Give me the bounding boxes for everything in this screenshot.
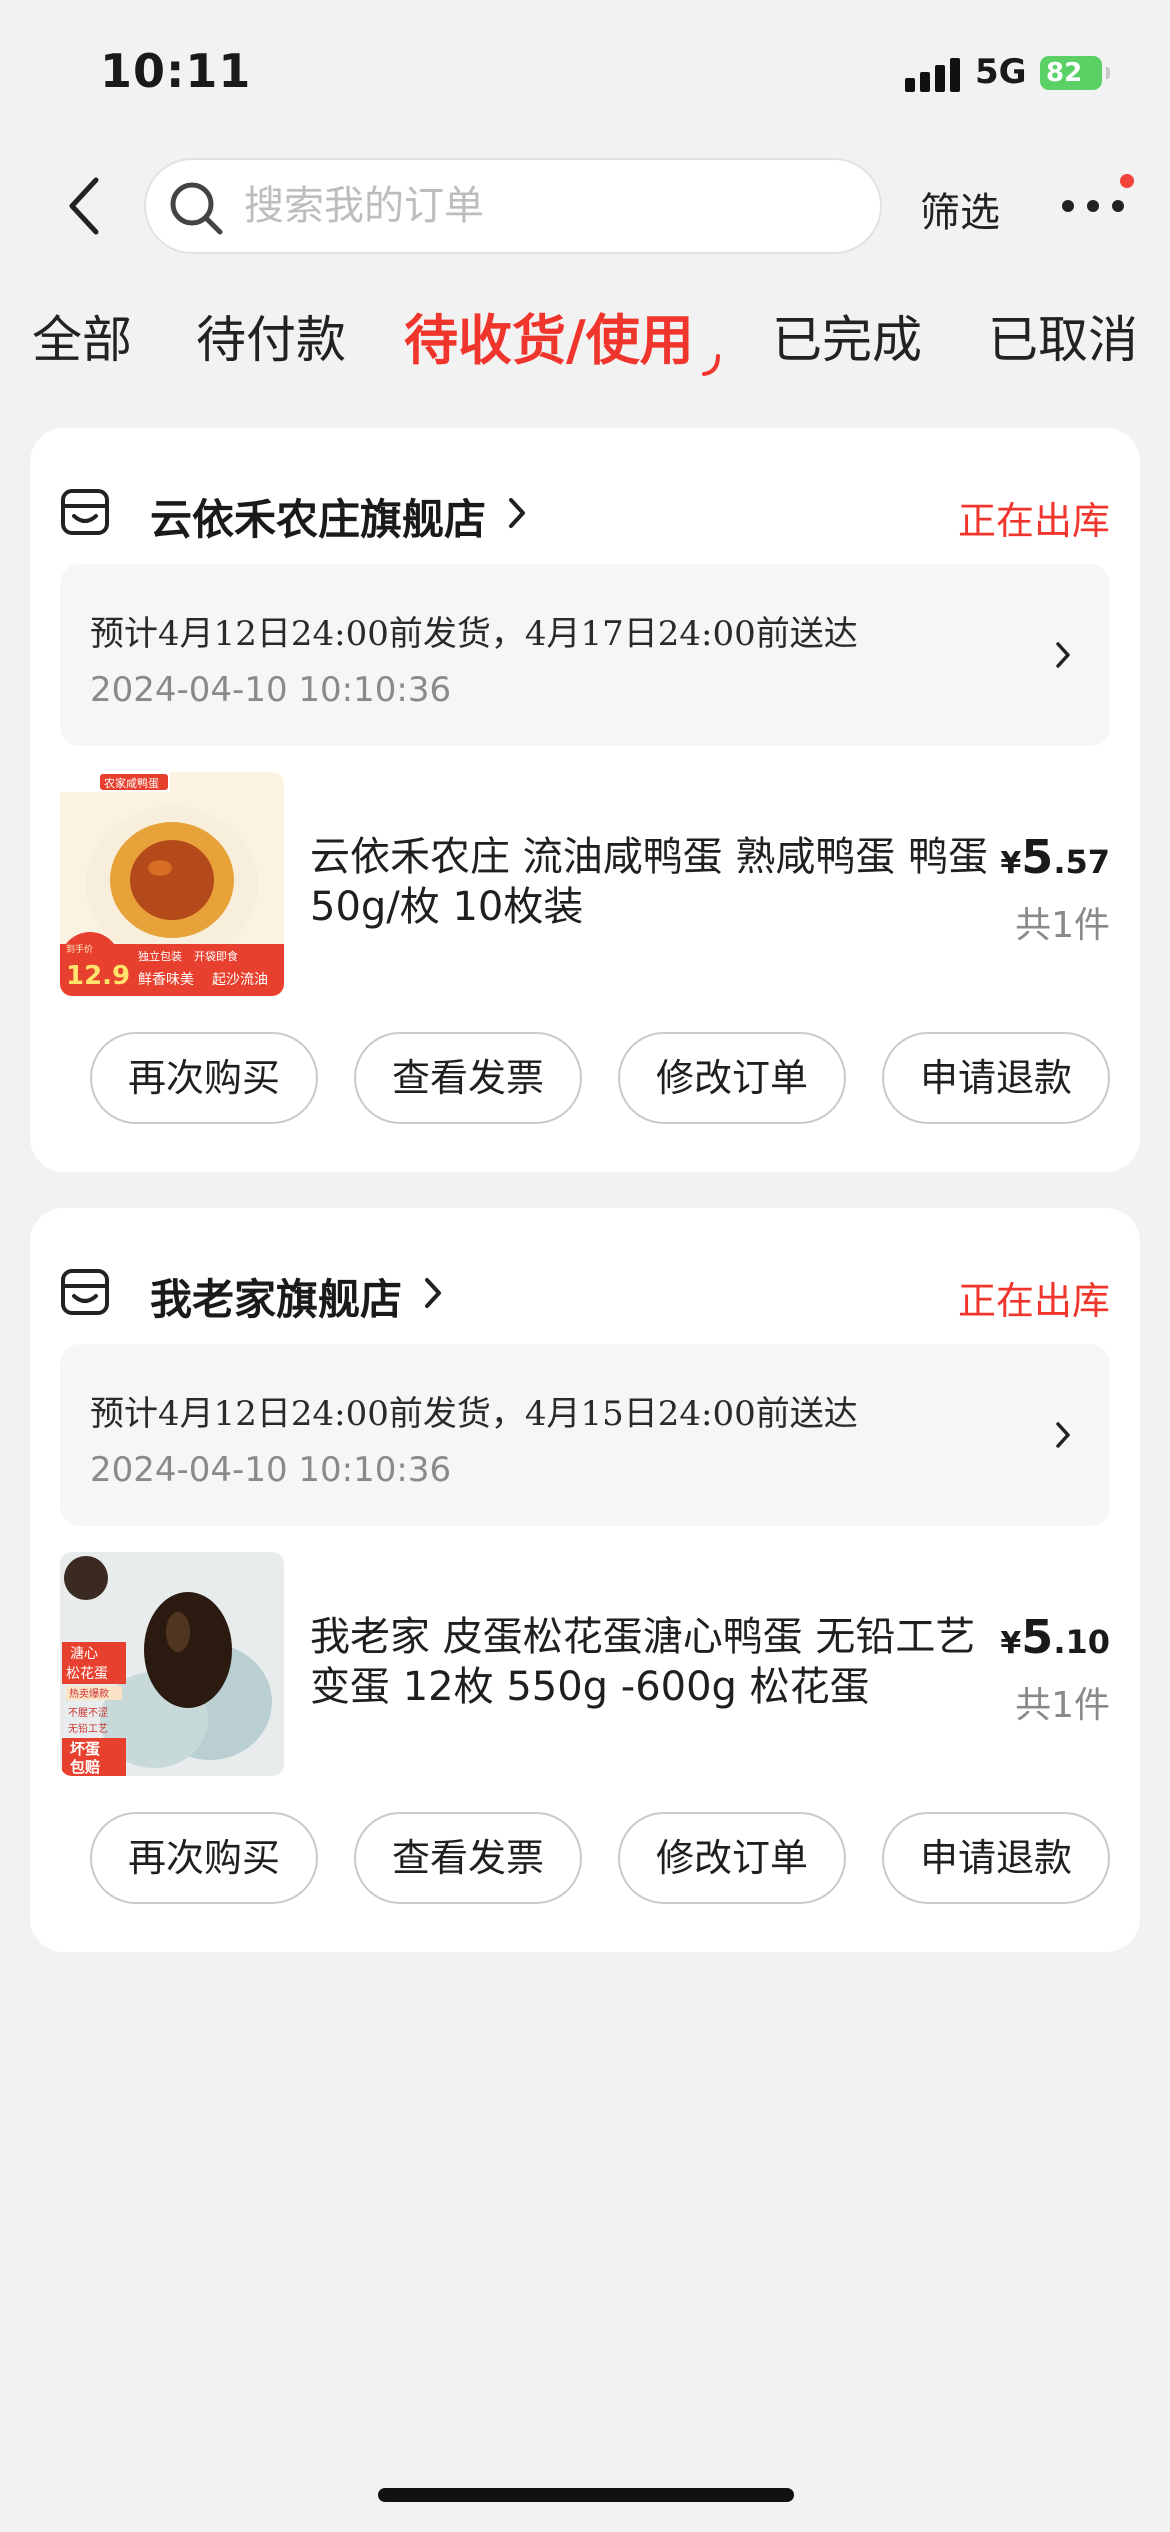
salted-duck-egg-image: 农家咸鸭蛋 到手价 12.9 独立包装 开袋即食 鲜香味美 起沙流油 xyxy=(60,772,284,996)
price-integer: 5 xyxy=(1021,830,1054,884)
thumb-guarantee-2: 包赔 xyxy=(70,1758,100,1776)
order-status-label: 正在出库 xyxy=(957,499,1110,543)
buy-again-button[interactable]: 再次购买 xyxy=(90,1812,318,1904)
shipping-info[interactable]: 预计4月12日24:00前发货，4月15日24:00前送达 2024-04-10… xyxy=(60,1344,1110,1526)
product-thumbnail[interactable]: 农家咸鸭蛋 到手价 12.9 独立包装 开袋即食 鲜香味美 起沙流油 xyxy=(60,772,284,996)
thumb-tag: 农家咸鸭蛋 xyxy=(104,776,159,790)
battery-icon: 82 xyxy=(1040,56,1110,90)
shipping-estimate: 预计4月12日24:00前发货，4月17日24:00前送达 xyxy=(90,614,858,654)
home-indicator[interactable] xyxy=(378,2488,794,2502)
product-title[interactable]: 我老家 皮蛋松花蛋溏心鸭蛋 无铅工艺变蛋 12枚 550g -600g 松花蛋 xyxy=(310,1612,990,1712)
thumb-tag-2: 松花蛋 xyxy=(66,1666,108,1682)
thumb-tag-1: 溏心 xyxy=(70,1646,98,1662)
tab-pending-receipt[interactable]: 待收货/使用 xyxy=(404,296,694,375)
order-time: 2024-04-10 10:10:36 xyxy=(90,670,452,710)
order-card[interactable]: 我老家旗舰店 正在出库 预计4月12日24:00前发货，4月15日24:00前送… xyxy=(30,1208,1140,1952)
status-time: 10:11 xyxy=(100,44,252,98)
status-bar: 10:11 5G 82 xyxy=(0,0,1170,140)
more-options-icon[interactable] xyxy=(1058,196,1128,216)
chevron-right-icon xyxy=(509,498,525,528)
price-decimal: .10 xyxy=(1053,1623,1110,1661)
filter-button[interactable]: 筛选 xyxy=(920,180,1000,238)
battery-level: 82 xyxy=(1046,58,1083,88)
tab-all[interactable]: 全部 xyxy=(32,300,132,372)
product-title[interactable]: 云依禾农庄 流油咸鸭蛋 熟咸鸭蛋 鸭蛋 50g/枚 10枚装 xyxy=(310,832,990,932)
thumb-slogan-1: 鲜香味美 xyxy=(138,972,194,988)
order-card[interactable]: 云依禾农庄旗舰店 正在出库 预计4月12日24:00前发货，4月17日24:00… xyxy=(30,428,1140,1172)
view-invoice-button[interactable]: 查看发票 xyxy=(354,1812,582,1904)
shipping-estimate: 预计4月12日24:00前发货，4月15日24:00前送达 xyxy=(90,1394,858,1434)
notification-dot xyxy=(1120,174,1134,188)
tab-pending-payment[interactable]: 待付款 xyxy=(196,300,346,372)
thumb-price-label: 到手价 xyxy=(66,943,93,955)
store-name[interactable]: 云依禾农庄旗舰店 xyxy=(150,486,486,547)
request-refund-button[interactable]: 申请退款 xyxy=(882,1812,1110,1904)
shipping-info[interactable]: 预计4月12日24:00前发货，4月17日24:00前送达 2024-04-10… xyxy=(60,564,1110,746)
search-bar[interactable] xyxy=(144,158,882,254)
store-header[interactable]: 我老家旗舰店 正在出库 xyxy=(60,1264,1110,1324)
product-price: ¥5.57 xyxy=(1000,830,1110,884)
century-egg-image: 溏心 松花蛋 热卖爆款 不腥不涩 无铅工艺 坏蛋 包赔 xyxy=(60,1552,284,1776)
request-refund-button[interactable]: 申请退款 xyxy=(882,1032,1110,1124)
thumb-pack-2: 开袋即食 xyxy=(194,949,238,963)
chevron-right-icon xyxy=(1056,642,1070,668)
modify-order-button[interactable]: 修改订单 xyxy=(618,1032,846,1124)
tab-cancelled[interactable]: 已取消 xyxy=(988,300,1138,372)
tab-completed[interactable]: 已完成 xyxy=(772,300,922,372)
network-type: 5G xyxy=(975,52,1027,92)
thumb-slogan-2: 起沙流油 xyxy=(212,972,268,988)
thumb-price: 12.9 xyxy=(66,961,130,991)
thumb-hot: 热卖爆款 xyxy=(69,1687,109,1700)
back-arrow-icon[interactable] xyxy=(60,176,110,236)
active-tab-indicator xyxy=(702,354,720,376)
price-currency: ¥ xyxy=(1000,846,1022,881)
modify-order-button[interactable]: 修改订单 xyxy=(618,1812,846,1904)
thumb-feature-2: 无铅工艺 xyxy=(68,1722,108,1735)
thumb-pack-1: 独立包装 xyxy=(138,949,182,963)
order-time: 2024-04-10 10:10:36 xyxy=(90,1450,452,1490)
search-icon xyxy=(170,182,223,235)
order-status-label: 正在出库 xyxy=(957,1279,1110,1323)
search-input[interactable] xyxy=(244,174,844,238)
store-icon xyxy=(61,489,109,535)
product-thumbnail[interactable]: 溏心 松花蛋 热卖爆款 不腥不涩 无铅工艺 坏蛋 包赔 xyxy=(60,1552,284,1776)
order-status-tabs: 全部 待付款 待收货/使用 已完成 已取消 xyxy=(0,300,1170,380)
order-list-page: 10:11 5G 82 筛选 全部 待付款 待收货/使用 已完成 已取消 xyxy=(0,0,1170,2532)
price-currency: ¥ xyxy=(1000,1626,1022,1661)
cellular-signal-icon xyxy=(905,56,961,92)
price-decimal: .57 xyxy=(1053,843,1110,881)
product-quantity: 共1件 xyxy=(1015,1685,1110,1726)
store-header[interactable]: 云依禾农庄旗舰店 正在出库 xyxy=(60,484,1110,544)
chevron-right-icon xyxy=(425,1278,441,1308)
view-invoice-button[interactable]: 查看发票 xyxy=(354,1032,582,1124)
buy-again-button[interactable]: 再次购买 xyxy=(90,1032,318,1124)
chevron-right-icon xyxy=(1056,1422,1070,1448)
store-name[interactable]: 我老家旗舰店 xyxy=(150,1266,402,1327)
store-icon xyxy=(61,1269,109,1315)
thumb-guarantee-1: 坏蛋 xyxy=(70,1740,100,1758)
product-price: ¥5.10 xyxy=(1000,1610,1110,1664)
product-quantity: 共1件 xyxy=(1015,905,1110,946)
price-integer: 5 xyxy=(1021,1610,1054,1664)
thumb-feature-1: 不腥不涩 xyxy=(68,1707,108,1719)
